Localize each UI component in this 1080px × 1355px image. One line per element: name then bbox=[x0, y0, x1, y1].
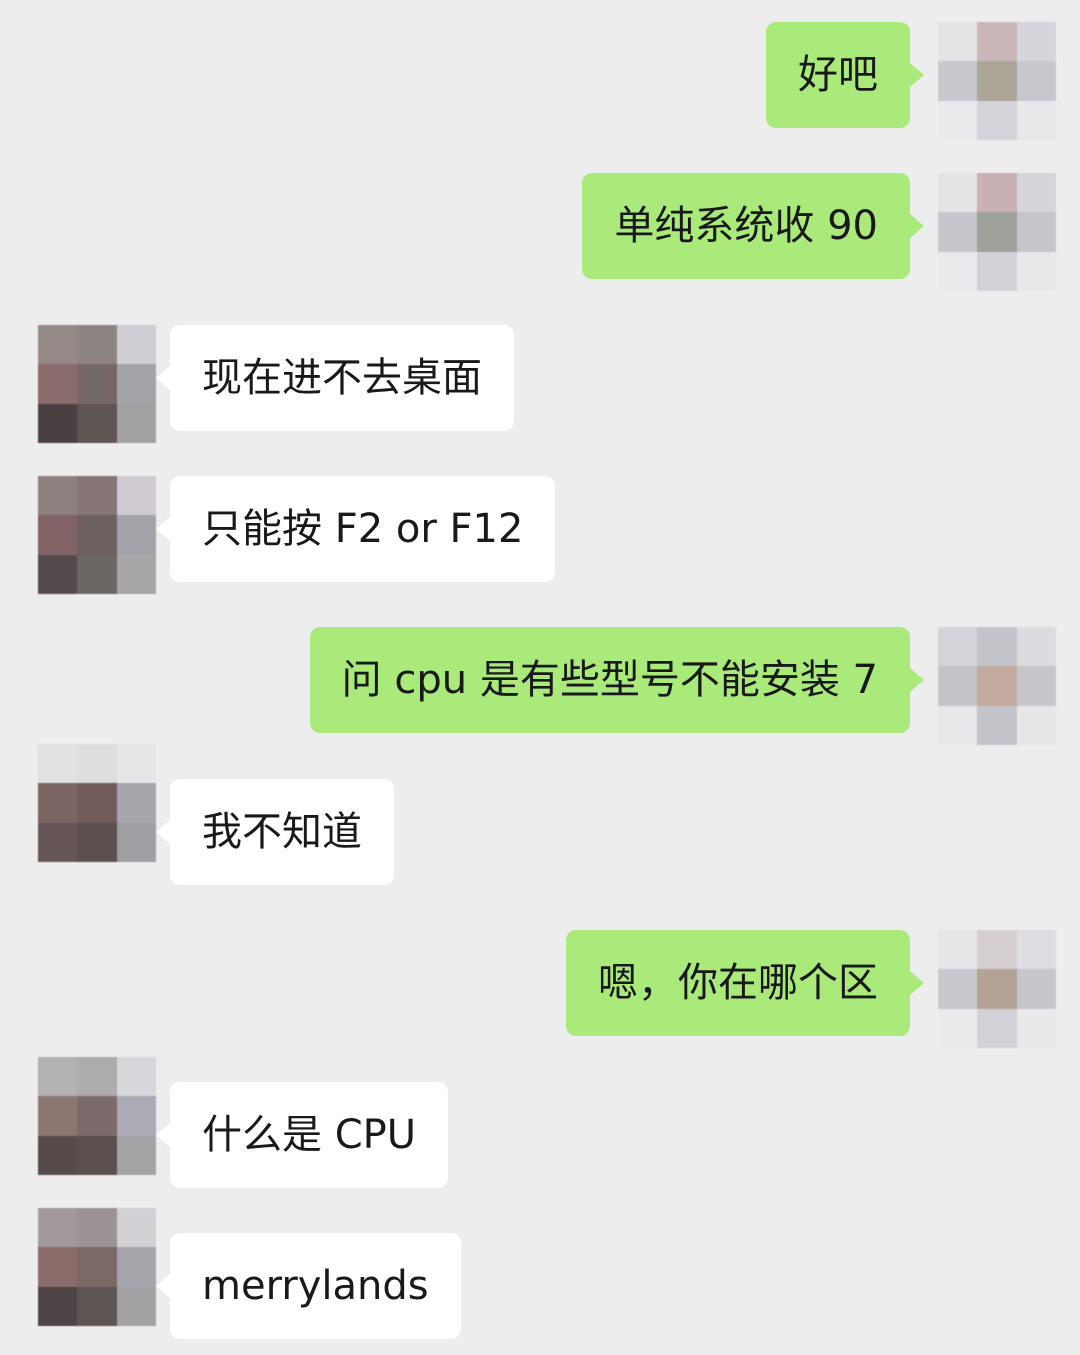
contact-avatar[interactable] bbox=[38, 1208, 156, 1326]
my-avatar[interactable] bbox=[938, 930, 1056, 1048]
message-row-incoming: 我不知道 bbox=[0, 744, 1080, 887]
contact-avatar[interactable] bbox=[38, 1057, 156, 1175]
my-avatar[interactable] bbox=[938, 173, 1056, 291]
message-bubble-incoming[interactable]: 我不知道 bbox=[156, 779, 394, 885]
message-bubble-outgoing[interactable]: 问 cpu 是有些型号不能安装 7 bbox=[309, 627, 925, 733]
contact-avatar[interactable] bbox=[38, 744, 156, 862]
message-row-incoming: merrylands bbox=[0, 1208, 1080, 1341]
my-avatar[interactable] bbox=[938, 22, 1056, 140]
message-row-incoming: 现在进不去桌面 bbox=[0, 325, 1080, 443]
message-row-incoming: 什么是 CPU bbox=[0, 1057, 1080, 1190]
message-row-outgoing: 嗯，你在哪个区 bbox=[0, 930, 1080, 1048]
message-row-outgoing: 问 cpu 是有些型号不能安装 7 bbox=[0, 627, 1080, 745]
message-row-outgoing: 单纯系统收 90 bbox=[0, 173, 1080, 291]
message-row-outgoing: 好吧 bbox=[0, 22, 1080, 140]
chat-message-list: 好吧 单纯系统收 90 现在进不去桌面 只能按 F2 or F12 问 cpu … bbox=[0, 0, 1080, 1355]
message-bubble-incoming[interactable]: 只能按 F2 or F12 bbox=[155, 476, 556, 582]
contact-avatar[interactable] bbox=[38, 476, 156, 594]
contact-avatar[interactable] bbox=[38, 325, 156, 443]
message-bubble-outgoing[interactable]: 好吧 bbox=[766, 22, 924, 128]
my-avatar[interactable] bbox=[938, 627, 1056, 745]
message-row-incoming: 只能按 F2 or F12 bbox=[0, 476, 1080, 594]
message-bubble-outgoing[interactable]: 嗯，你在哪个区 bbox=[566, 930, 924, 1036]
message-bubble-incoming[interactable]: 什么是 CPU bbox=[155, 1082, 449, 1188]
message-bubble-incoming[interactable]: merrylands bbox=[156, 1233, 461, 1339]
message-bubble-outgoing[interactable]: 单纯系统收 90 bbox=[582, 173, 924, 279]
message-bubble-incoming[interactable]: 现在进不去桌面 bbox=[156, 325, 514, 431]
